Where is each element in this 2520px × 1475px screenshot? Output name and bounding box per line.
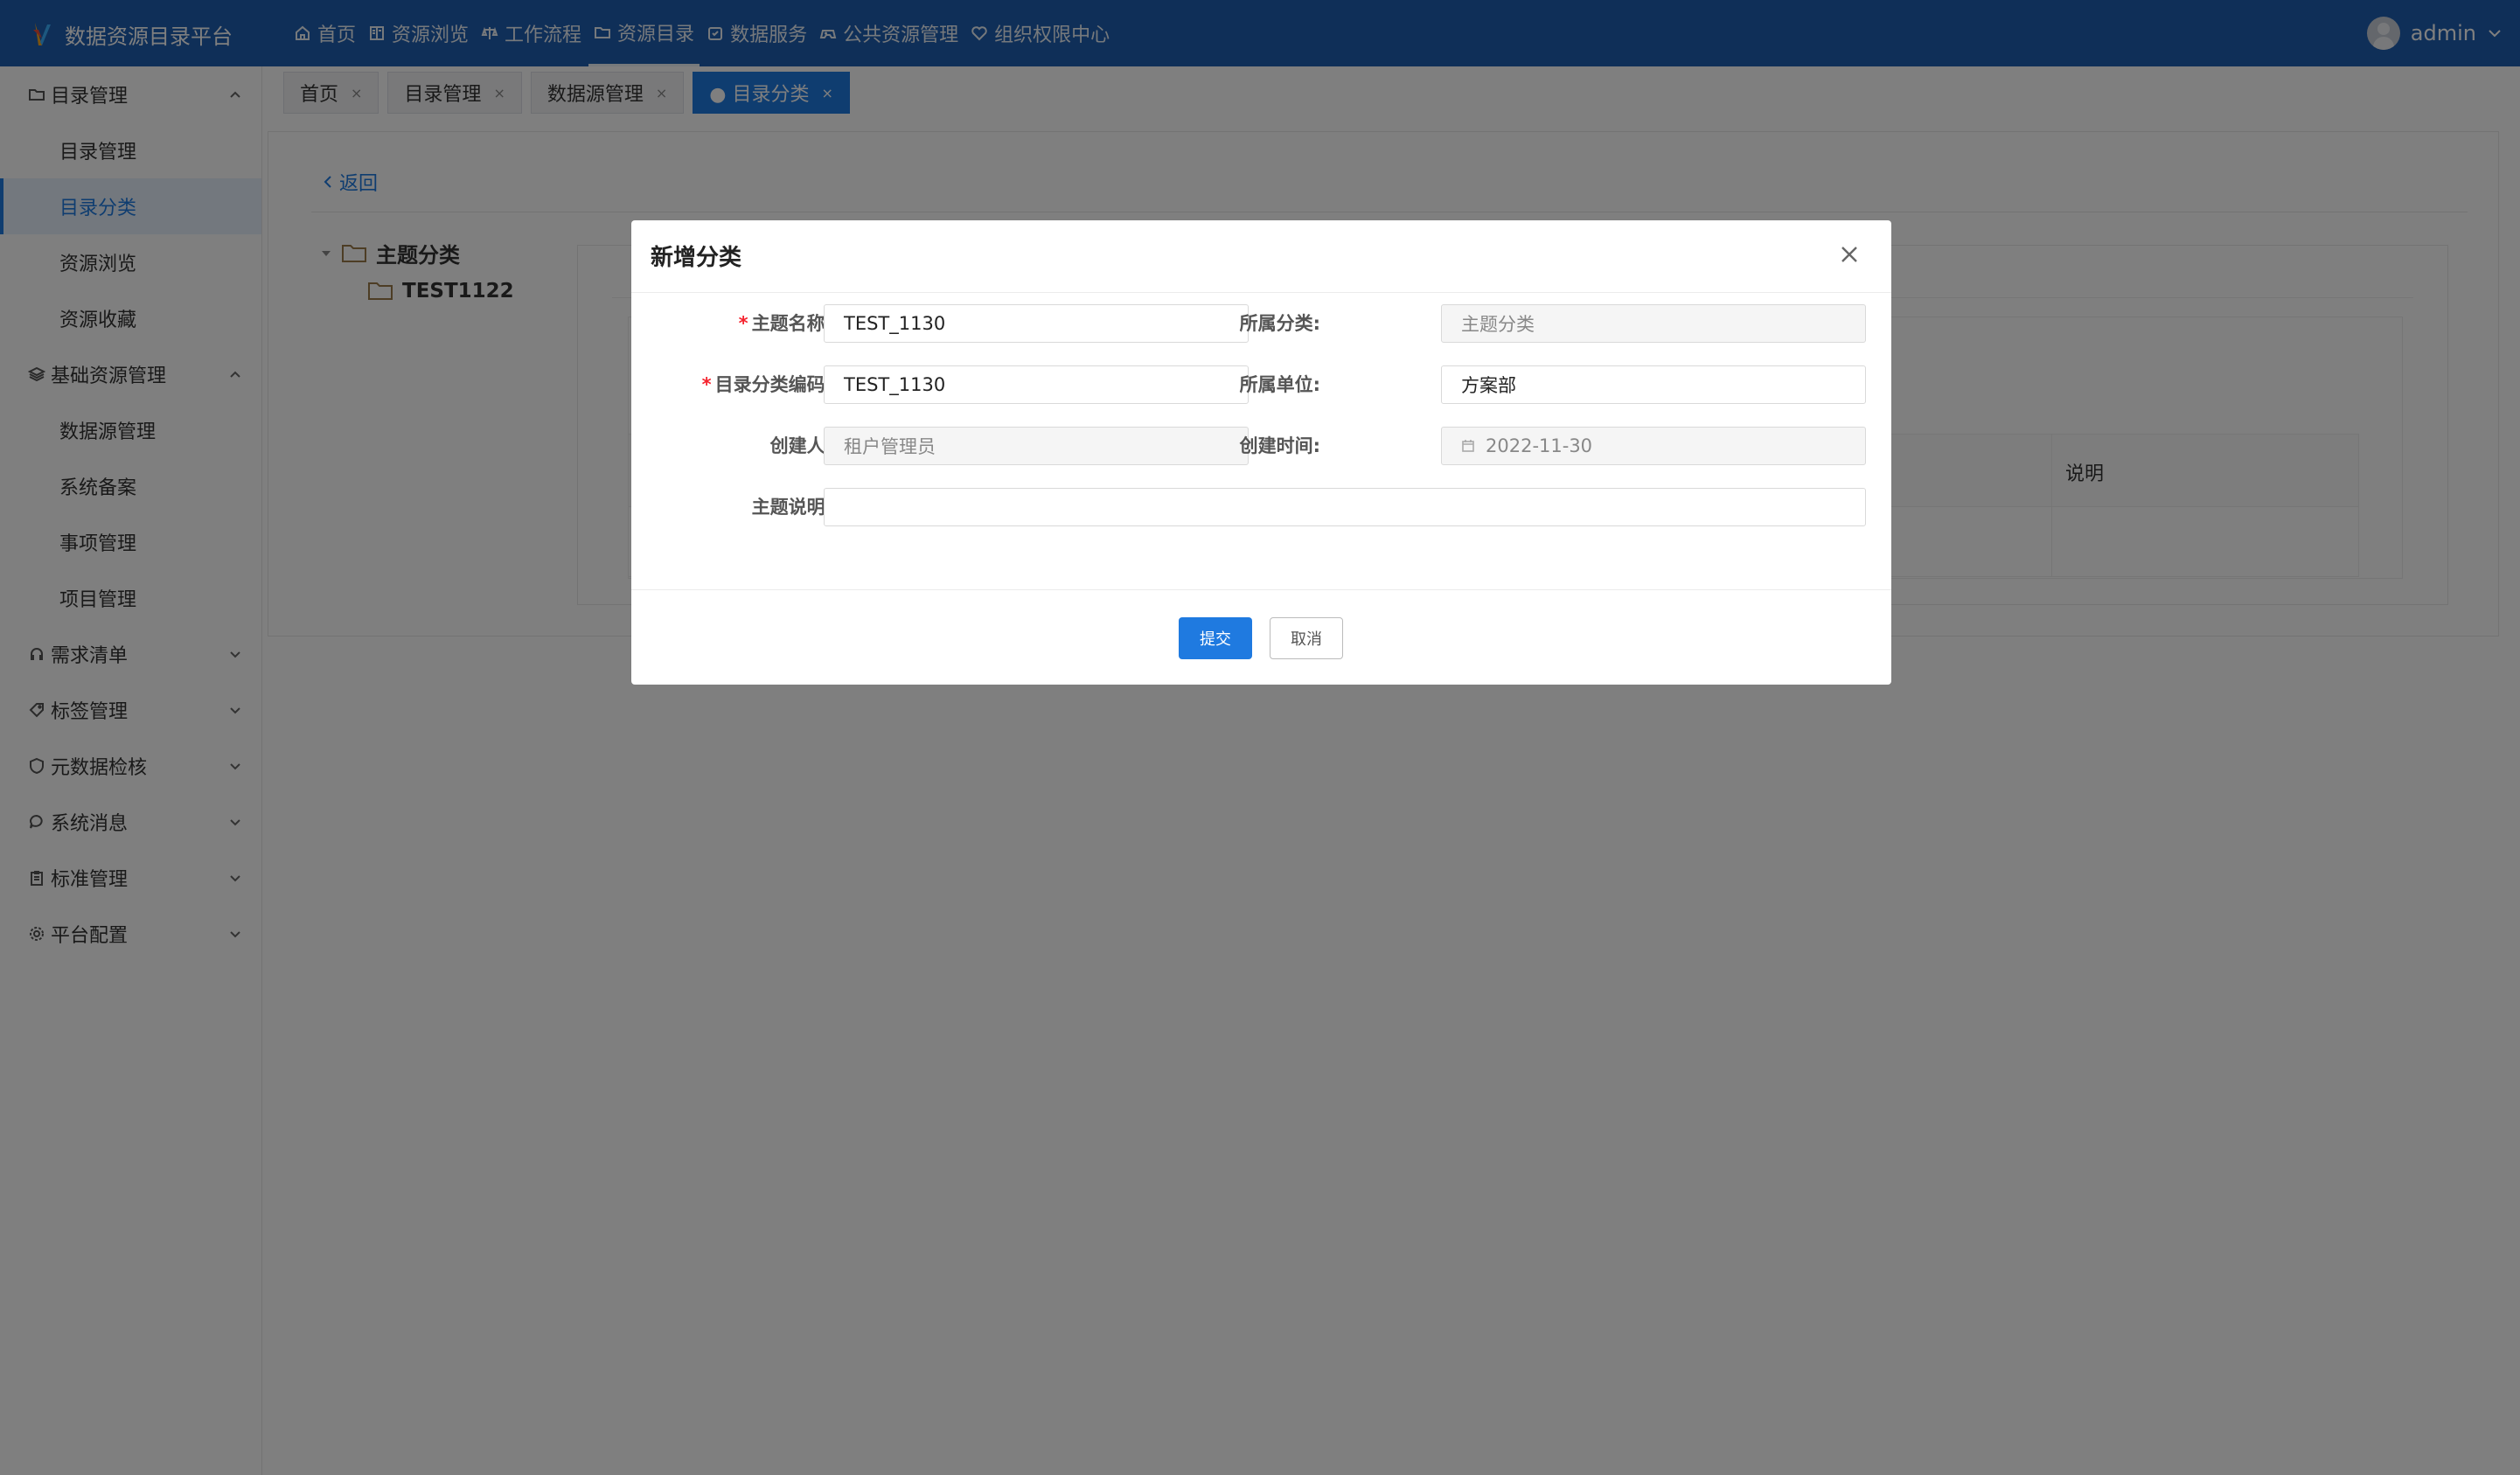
add-category-modal: 新增分类 * 主题名称: TEST_1130 所属分类: 主题分类 * 目录分类编码…	[631, 220, 1891, 685]
input-value: 租户管理员	[844, 436, 936, 457]
input-value: 主题分类	[1461, 314, 1535, 335]
input-value: TEST_1130	[844, 374, 946, 395]
modal-footer-divider	[631, 589, 1891, 590]
description-input[interactable]	[824, 488, 1866, 526]
label-text: 目录分类编码:	[714, 374, 832, 395]
modal-title: 新增分类	[651, 245, 742, 271]
created-at-input: 2022-11-30	[1441, 427, 1866, 465]
input-value: TEST_1130	[844, 313, 946, 334]
created-at-label: 创建时间:	[1239, 435, 1320, 456]
calendar-icon	[1462, 440, 1474, 452]
unit-label: 所属单位:	[1239, 374, 1320, 395]
creator-label: 创建人:	[769, 435, 832, 456]
description-label: 主题说明:	[751, 497, 832, 518]
input-value: 2022-11-30	[1486, 435, 1593, 456]
cancel-button[interactable]: 取消	[1270, 617, 1343, 659]
unit-input[interactable]: 方案部	[1441, 365, 1866, 404]
close-icon[interactable]	[1838, 243, 1861, 266]
category-label: 所属分类:	[1239, 313, 1320, 334]
theme-name-label: * 主题名称:	[631, 304, 832, 343]
input-value: 方案部	[1461, 375, 1516, 396]
modal-header-divider	[631, 292, 1891, 293]
label-text: 主题名称:	[751, 313, 832, 334]
required-mark: *	[738, 313, 748, 334]
category-input: 主题分类	[1441, 304, 1866, 343]
submit-button[interactable]: 提交	[1179, 617, 1252, 659]
code-label: * 目录分类编码:	[631, 365, 832, 404]
required-mark: *	[701, 374, 712, 395]
